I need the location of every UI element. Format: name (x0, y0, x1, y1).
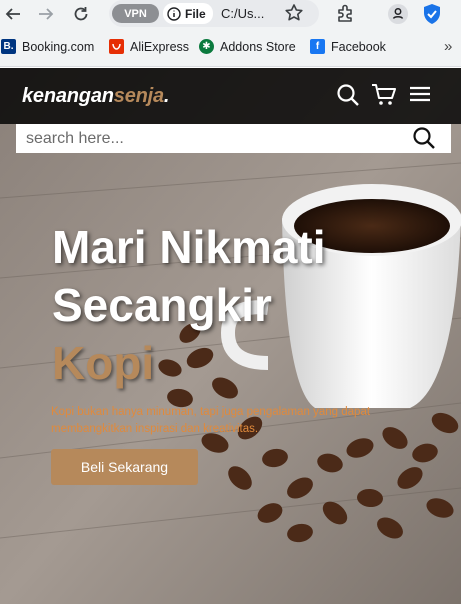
address-bar[interactable]: VPN File C:/Us... (109, 0, 319, 27)
addons-icon: ✱ (199, 39, 214, 54)
hero-title: Mari Nikmati Secangkir Kopi (52, 218, 412, 392)
logo-accent-text: senja (113, 85, 164, 107)
logo-dot: . (163, 85, 170, 107)
aliexpress-icon (109, 39, 124, 54)
facebook-icon: f (310, 39, 325, 54)
site-logo[interactable]: kenangansenja. (22, 85, 169, 108)
browser-toolbar: VPN File C:/Us... (0, 0, 461, 29)
site-info-button[interactable]: File (163, 3, 213, 24)
back-icon[interactable] (2, 3, 24, 25)
bookmark-booking[interactable]: B. Booking.com (1, 39, 94, 54)
bookmark-addons-store[interactable]: ✱ Addons Store (199, 39, 296, 54)
url-text[interactable]: C:/Us... (221, 6, 264, 21)
search-submit-icon[interactable] (412, 126, 436, 155)
site-info-label: File (185, 6, 206, 21)
search-form (16, 124, 451, 153)
logo-main-text: kenangan (22, 85, 114, 107)
shopping-cart-icon[interactable] (371, 83, 397, 112)
hero-title-line1: Mari Nikmati (52, 221, 326, 273)
bookmark-aliexpress[interactable]: AliExpress (109, 39, 189, 54)
search-icon[interactable] (336, 83, 360, 112)
bookmark-label: Facebook (331, 39, 386, 54)
bookmark-label: Addons Store (220, 39, 296, 54)
shield-icon[interactable] (422, 3, 442, 30)
extensions-icon[interactable] (334, 2, 356, 29)
hero-title-accent: Kopi (52, 337, 155, 389)
search-input[interactable] (26, 127, 406, 150)
info-icon (167, 6, 181, 21)
reload-icon[interactable] (70, 3, 92, 25)
bookmark-label: Booking.com (22, 39, 95, 54)
buy-now-button[interactable]: Beli Sekarang (51, 449, 198, 485)
forward-icon[interactable] (35, 3, 57, 25)
vpn-badge[interactable]: VPN (112, 4, 159, 23)
hero-title-line2: Secangkir (52, 279, 272, 331)
booking-icon: B. (1, 39, 16, 54)
bookmark-facebook[interactable]: f Facebook (310, 39, 386, 54)
hero-description: Kopi bukan hanya minuman, tapi juga peng… (51, 406, 371, 435)
page-viewport: kenangansenja. Mari Nikmati Secangkir Ko… (0, 68, 461, 604)
star-icon[interactable] (283, 2, 305, 29)
hamburger-menu-icon[interactable] (409, 83, 431, 110)
bookmark-label: AliExpress (130, 39, 190, 54)
profile-icon[interactable] (387, 3, 409, 30)
bookmarks-bar: B. Booking.com AliExpress ✱ Addons Store… (0, 29, 461, 67)
bookmarks-more-button[interactable]: » (444, 38, 452, 55)
site-navbar: kenangansenja. (0, 68, 461, 124)
